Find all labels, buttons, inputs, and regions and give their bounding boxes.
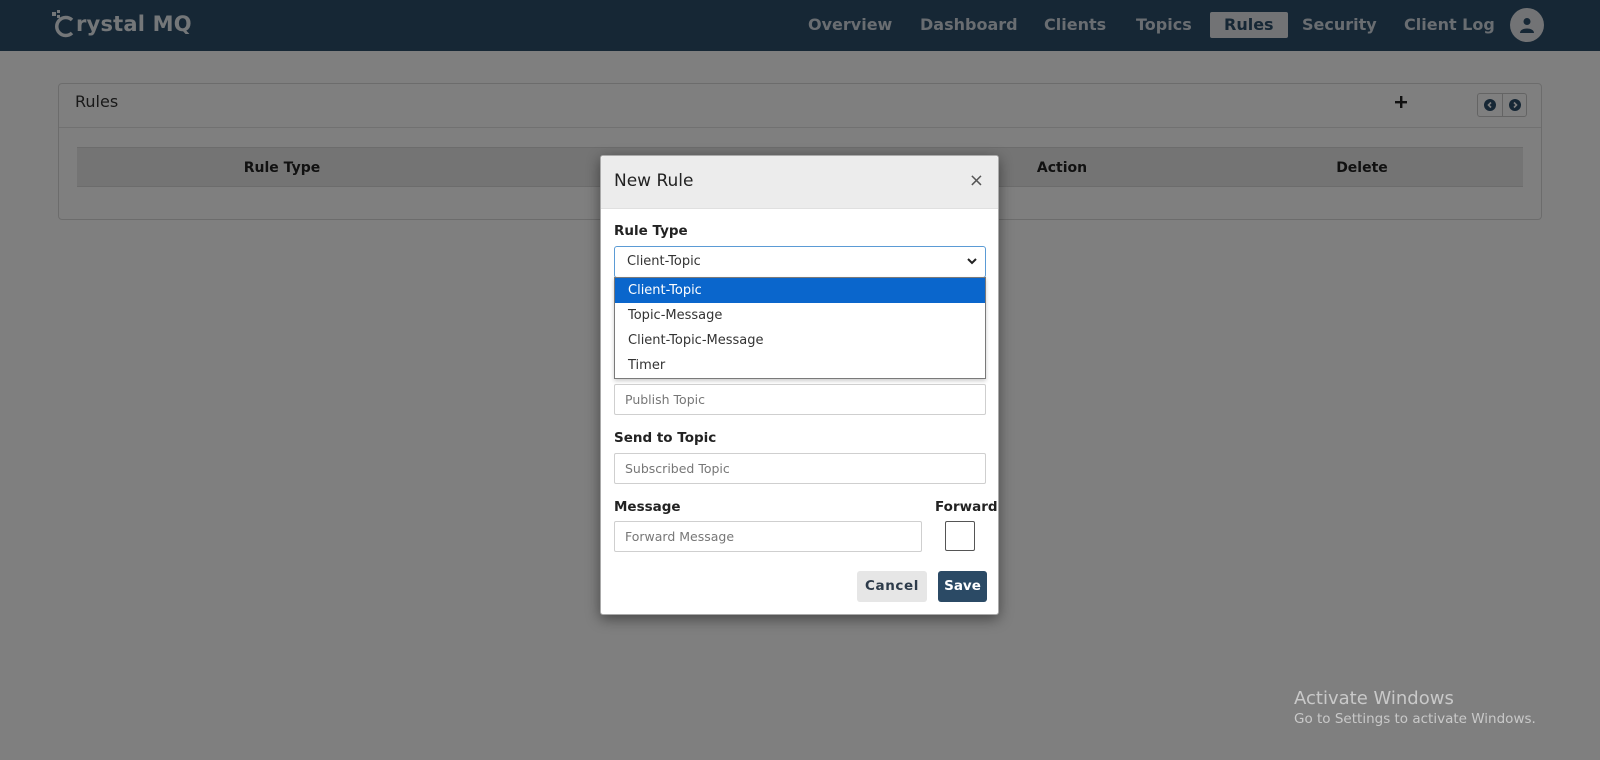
rule-type-dropdown: Client-Topic Topic-Message Client-Topic-…	[614, 277, 986, 379]
publish-topic-input[interactable]: Publish Topic	[614, 384, 986, 415]
send-to-topic-label: Send to Topic	[614, 430, 717, 446]
forward-message-input[interactable]: Forward Message	[614, 521, 922, 552]
rule-type-select[interactable]: Client-Topic	[614, 246, 986, 278]
modal-title: New Rule	[614, 171, 694, 191]
subscribed-topic-input[interactable]: Subscribed Topic	[614, 453, 986, 484]
activate-windows-subtitle: Go to Settings to activate Windows.	[1294, 711, 1536, 727]
rule-type-label: Rule Type	[614, 223, 688, 239]
cancel-button[interactable]: Cancel	[857, 571, 927, 602]
option-client-topic[interactable]: Client-Topic	[615, 278, 985, 303]
new-rule-modal: New Rule × Rule Type Client-Topic Client…	[600, 155, 999, 615]
save-button[interactable]: Save	[938, 571, 987, 602]
rule-type-value: Client-Topic	[627, 254, 701, 269]
option-client-topic-message[interactable]: Client-Topic-Message	[615, 328, 985, 353]
forward-checkbox[interactable]	[945, 521, 975, 551]
message-label: Message	[614, 499, 681, 515]
modal-header: New Rule ×	[601, 156, 998, 209]
chevron-down-icon	[967, 258, 977, 265]
forward-label: Forward	[935, 499, 998, 515]
activate-windows-title: Activate Windows	[1294, 688, 1454, 709]
close-icon[interactable]: ×	[969, 170, 984, 191]
option-timer[interactable]: Timer	[615, 353, 985, 378]
option-topic-message[interactable]: Topic-Message	[615, 303, 985, 328]
activate-windows-watermark: Activate Windows Go to Settings to activ…	[1294, 688, 1536, 727]
